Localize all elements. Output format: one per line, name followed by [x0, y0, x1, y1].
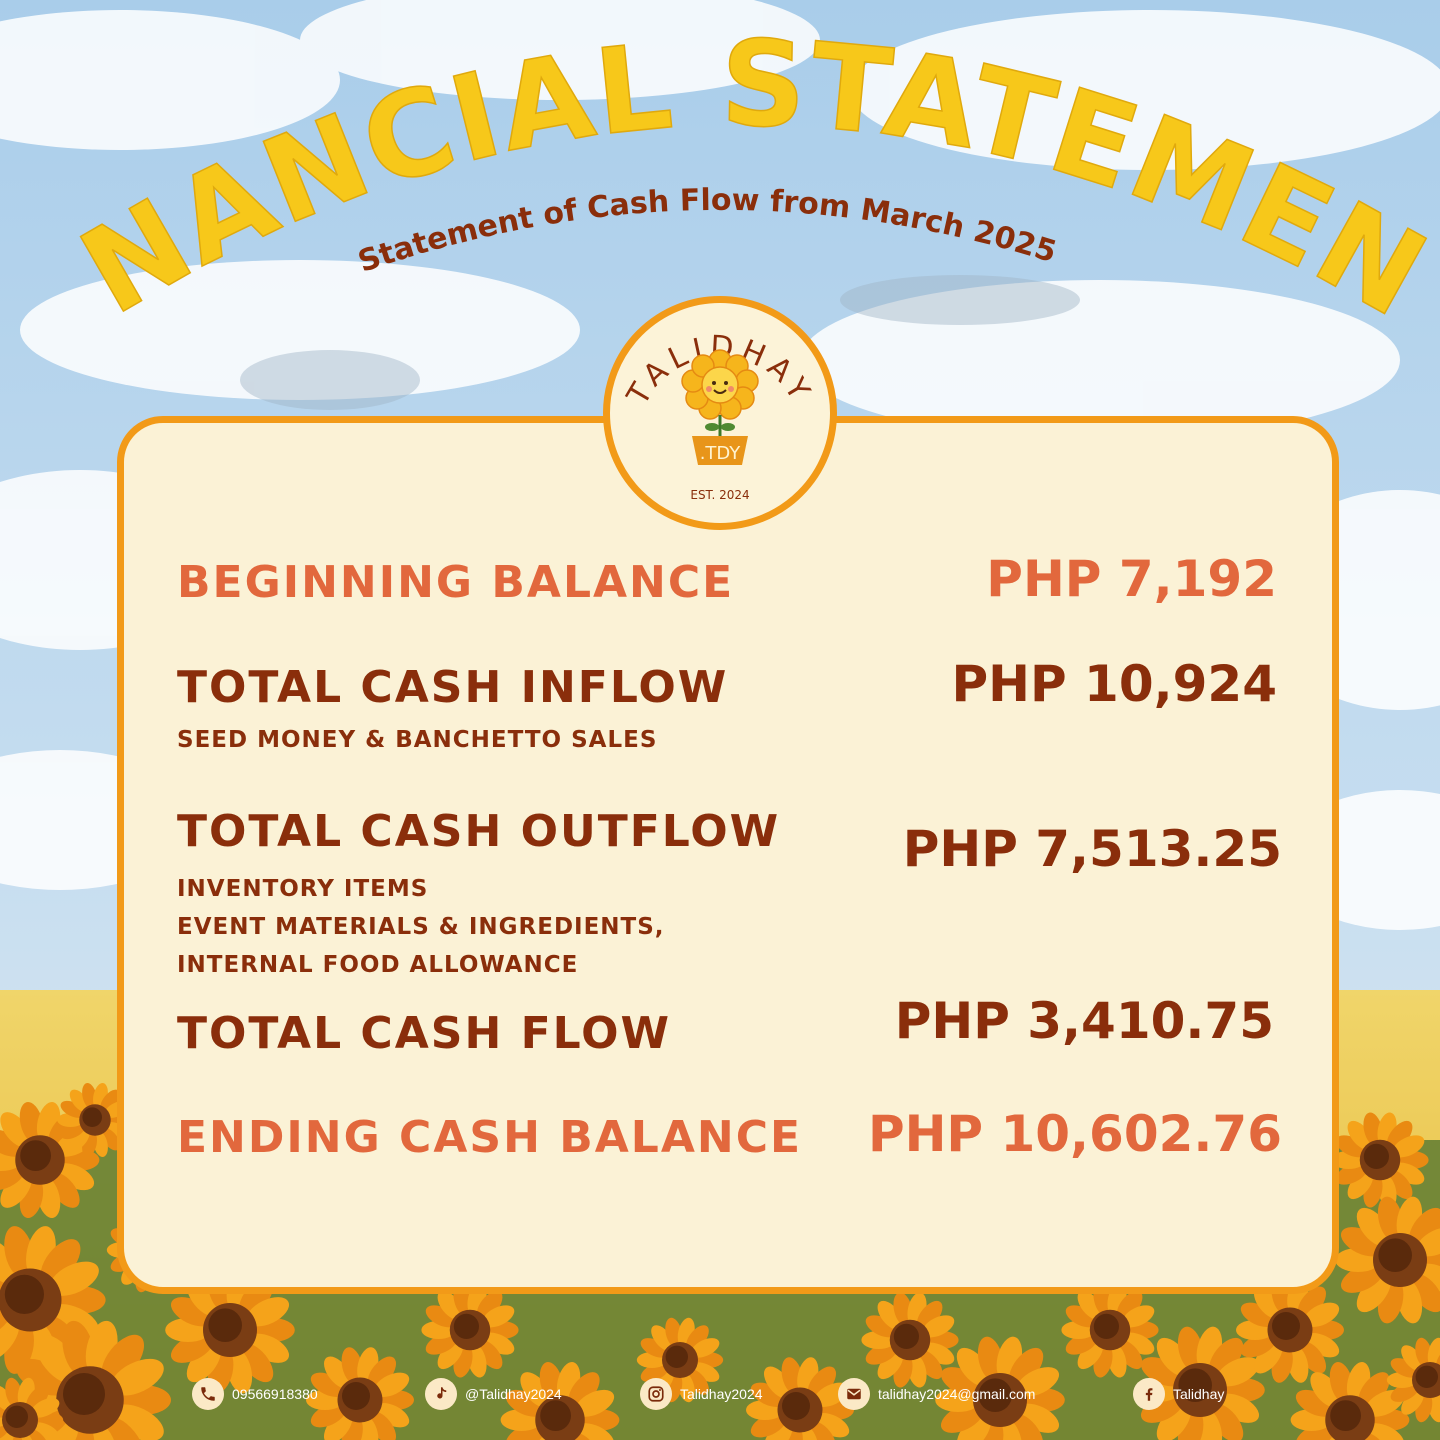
total-cash-inflow-value: PHP 10,924	[951, 655, 1278, 713]
ending-cash-balance-label: ENDING CASH BALANCE	[177, 1112, 803, 1163]
tiktok-contact[interactable]: @Talidhay2024	[425, 1371, 562, 1417]
beginning-balance-value: PHP 7,192	[986, 550, 1277, 608]
sunflower-logo-icon: TALIDHAY .TDY EST. 2024	[620, 329, 814, 502]
phone-text: 09566918380	[232, 1386, 318, 1402]
outflow-note-3: INTERNAL FOOD ALLOWANCE	[177, 952, 579, 978]
total-cash-flow-value: PHP 3,410.75	[894, 992, 1274, 1050]
instagram-contact[interactable]: Talidhay2024	[640, 1371, 763, 1417]
facebook-contact[interactable]: Talidhay	[1133, 1371, 1224, 1417]
email-text: talidhay2024@gmail.com	[878, 1386, 1036, 1402]
beginning-balance-label: BEGINNING BALANCE	[177, 557, 735, 608]
outflow-note-2: EVENT MATERIALS & INGREDIENTS,	[177, 914, 665, 940]
page-title: FINANCIAL STATEMENT	[0, 0, 1440, 344]
facebook-text: Talidhay	[1173, 1386, 1225, 1402]
facebook-icon	[1133, 1378, 1165, 1410]
page-subtitle: Statement of Cash Flow from March 2025	[354, 183, 1061, 280]
instagram-icon	[640, 1378, 672, 1410]
instagram-text: Talidhay2024	[680, 1386, 763, 1402]
total-cash-inflow-label: TOTAL CASH INFLOW	[177, 662, 729, 713]
phone-icon	[192, 1378, 224, 1410]
tiktok-text: @Talidhay2024	[465, 1386, 562, 1402]
inflow-note: SEED MONEY & BANCHETTO SALES	[177, 727, 658, 753]
ending-cash-balance-value: PHP 10,602.76	[867, 1105, 1282, 1163]
brand-logo: TALIDHAY .TDY EST. 2024	[603, 296, 837, 530]
email-contact[interactable]: talidhay2024@gmail.com	[838, 1371, 1035, 1417]
poster: FINANCIAL STATEMENT FINANCIAL STATEMENT …	[0, 0, 1440, 1440]
total-cash-outflow-label: TOTAL CASH OUTFLOW	[177, 806, 781, 857]
mail-icon	[838, 1378, 870, 1410]
logo-established: EST. 2024	[690, 488, 749, 502]
logo-pot-text: .TDY	[700, 443, 742, 464]
music-note-icon	[425, 1378, 457, 1410]
contact-footer: 09566918380 @Talidhay2024 Talidhay2024 t…	[0, 1371, 1440, 1417]
total-cash-flow-label: TOTAL CASH FLOW	[177, 1008, 672, 1059]
outflow-note-1: INVENTORY ITEMS	[177, 876, 429, 902]
total-cash-outflow-value: PHP 7,513.25	[902, 820, 1282, 878]
phone-contact[interactable]: 09566918380	[192, 1371, 318, 1417]
